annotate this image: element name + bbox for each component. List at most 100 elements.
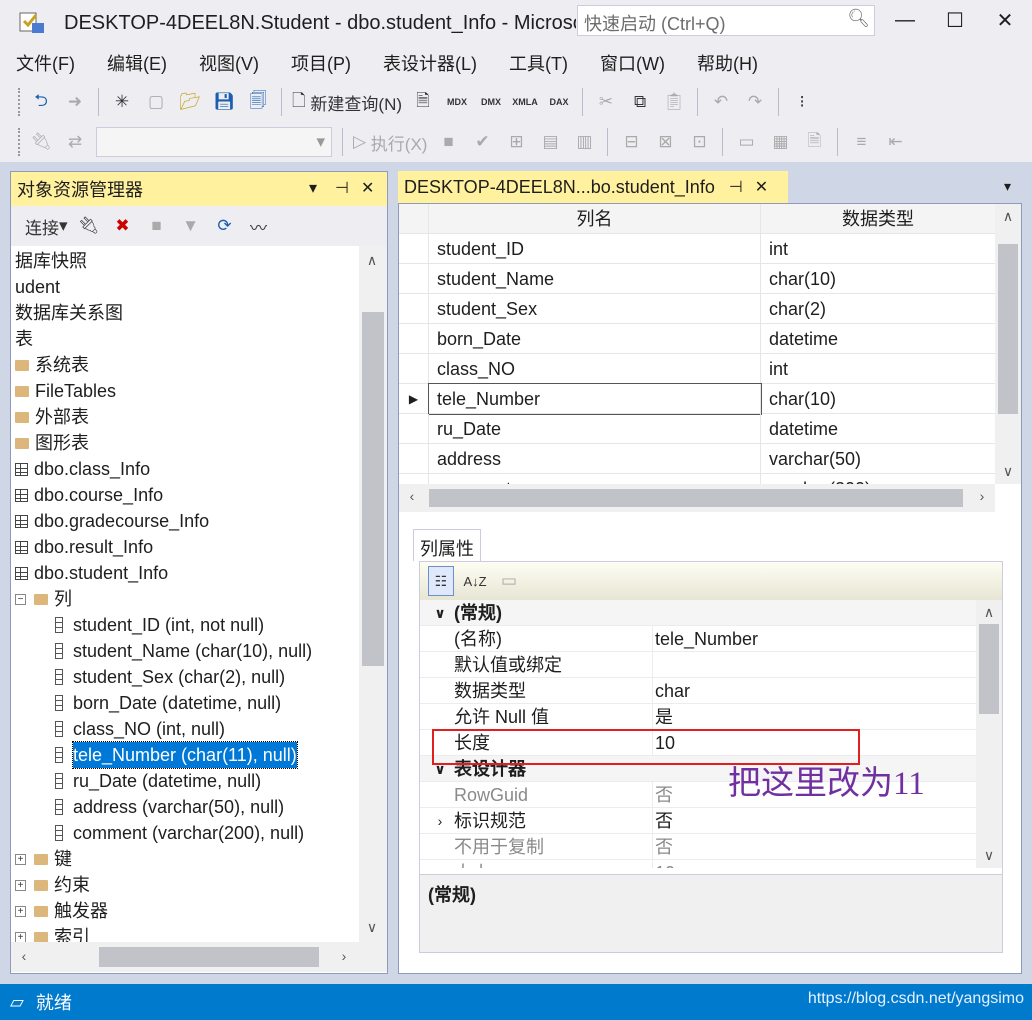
close-tab-icon[interactable]: ✕ [755, 177, 768, 197]
close-panel-icon[interactable]: ✕ [361, 178, 374, 198]
pin-icon[interactable]: ⊣ [335, 178, 349, 198]
data-type-cell[interactable]: char(2) [761, 294, 995, 324]
save-icon[interactable]: 💾︎ [211, 87, 237, 117]
scroll-left-icon[interactable]: ‹ [399, 488, 425, 504]
sort-alphabetical-icon[interactable]: A↓Z [462, 566, 488, 596]
property-row[interactable]: 不用于复制 否 [420, 834, 976, 860]
expand-icon[interactable]: + [15, 879, 26, 891]
add-item-icon[interactable]: ▢ [143, 87, 169, 117]
results-grid-icon[interactable]: ▤ [537, 127, 563, 157]
live-stats-icon[interactable]: ⊠ [652, 127, 678, 157]
disconnect-icon[interactable]: ✖ [110, 211, 136, 241]
column-properties-tab[interactable]: 列属性 [413, 529, 481, 561]
tree-node[interactable]: dbo.gradecourse_Info [15, 508, 209, 534]
column-name-cell[interactable]: student_Name [429, 264, 761, 294]
copy-icon[interactable]: ⧉ [627, 87, 653, 117]
grid-scroll-thumb[interactable] [998, 244, 1018, 414]
connect-plug-icon[interactable]: 🔌︎ [76, 211, 102, 241]
client-stats-icon[interactable]: ⊡ [686, 127, 712, 157]
row-selector[interactable] [399, 354, 429, 384]
paste-icon[interactable]: 📋︎ [661, 87, 687, 117]
tree-node[interactable]: class_NO (int, null) [55, 716, 225, 742]
tree-node[interactable]: student_ID (int, not null) [55, 612, 264, 638]
menu-table-designer[interactable]: 表设计器(L) [383, 50, 477, 76]
tree-node[interactable]: udent [15, 274, 60, 300]
new-query-button[interactable]: 🗋 新建查询(N) [292, 87, 402, 117]
comment-icon[interactable]: ≡ [848, 127, 874, 157]
property-value[interactable]: 否 [652, 808, 972, 834]
tree-node[interactable]: address (varchar(50), null) [55, 794, 284, 820]
tree-node[interactable]: FileTables [15, 378, 116, 404]
column-name-cell[interactable]: born_Date [429, 324, 761, 354]
menu-file[interactable]: 文件(F) [16, 50, 75, 76]
grid-hscroll-thumb[interactable] [429, 489, 963, 507]
grid-row[interactable]: address varchar(50) [399, 444, 995, 474]
grid-row[interactable]: student_Name char(10) [399, 264, 995, 294]
column-name-cell[interactable]: comment [429, 474, 761, 484]
tree-node[interactable]: born_Date (datetime, null) [55, 690, 281, 716]
toolbar-grip[interactable] [18, 128, 24, 156]
tree-node[interactable]: + 约束 [15, 872, 90, 898]
tree-hscroll-thumb[interactable] [99, 947, 319, 967]
scroll-down-icon[interactable]: ∨ [995, 463, 1021, 480]
grid-vertical-scrollbar[interactable]: ∧ ∨ [995, 204, 1021, 484]
grid-row[interactable]: student_ID int [399, 234, 995, 264]
data-type-cell[interactable]: int [761, 234, 995, 264]
tree-scroll-thumb[interactable] [362, 312, 384, 666]
menu-edit[interactable]: 编辑(E) [107, 50, 167, 76]
property-value[interactable]: tele_Number [652, 626, 972, 652]
property-row[interactable]: 大小10 [420, 860, 976, 868]
save-all-icon[interactable]: 🗐 [245, 87, 271, 117]
stop-icon[interactable]: ■ [435, 127, 461, 157]
data-type-cell[interactable]: int [761, 354, 995, 384]
scroll-right-icon[interactable]: › [331, 948, 357, 964]
results-text-icon[interactable]: ▥ [571, 127, 597, 157]
tree-node[interactable]: + 键 [15, 846, 72, 872]
toolbar-grip[interactable] [18, 88, 24, 116]
connect-button[interactable]: 连接 ▾ [25, 211, 68, 241]
current-row-arrow-icon[interactable]: ▶ [399, 384, 429, 414]
quick-launch-input[interactable]: 快速启动 (Ctrl+Q) 🔍︎ [577, 5, 875, 36]
property-row[interactable]: › 标识规范 否 [420, 808, 976, 834]
row-selector[interactable] [399, 264, 429, 294]
tree-node[interactable]: tele_Number (char(11), null) [55, 741, 298, 769]
tree-node[interactable]: student_Name (char(10), null) [55, 638, 312, 664]
tree-node[interactable]: + 索引 [15, 924, 90, 942]
forward-icon[interactable]: ➜ [62, 87, 88, 117]
column-name-cell[interactable]: student_Sex [429, 294, 761, 324]
scroll-down-icon[interactable]: ∨ [359, 919, 385, 936]
menu-view[interactable]: 视图(V) [199, 50, 259, 76]
property-row[interactable]: 默认值或绑定 [420, 652, 976, 678]
grid-row[interactable]: commentvarchar(200) [399, 474, 995, 484]
row-selector[interactable] [399, 294, 429, 324]
tree-node[interactable]: dbo.class_Info [15, 456, 150, 482]
document-tab[interactable]: DESKTOP-4DEEL8N...bo.student_Info ⊣ ✕ [398, 171, 788, 203]
scroll-up-icon[interactable]: ∧ [359, 252, 385, 269]
data-type-cell[interactable]: char(10) [761, 384, 995, 414]
xmla-query-icon[interactable]: XMLA [512, 87, 538, 117]
tree-node[interactable]: comment (varchar(200), null) [55, 820, 304, 846]
tree-node[interactable]: + 触发器 [15, 898, 108, 924]
outdent-icon[interactable]: ⇤ [882, 127, 908, 157]
dmx-query-icon[interactable]: DMX [478, 87, 504, 117]
scroll-down-icon[interactable]: ∨ [976, 847, 1002, 864]
tree-node[interactable]: 系统表 [15, 352, 89, 378]
tree-node[interactable]: 数据库关系图 [15, 300, 123, 326]
results-to-grid-icon[interactable]: ▦ [767, 127, 793, 157]
results-to-text-icon[interactable]: ▭ [733, 127, 759, 157]
grid-row[interactable]: born_Date datetime [399, 324, 995, 354]
tree-node[interactable]: student_Sex (char(2), null) [55, 664, 285, 690]
tree-node[interactable]: 图形表 [15, 430, 89, 456]
query-plan-icon[interactable]: ⊞ [503, 127, 529, 157]
stop-icon[interactable]: ■ [144, 211, 170, 241]
column-name-cell[interactable]: class_NO [429, 354, 761, 384]
property-row[interactable]: 数据类型 char [420, 678, 976, 704]
column-name-cell[interactable]: student_ID [429, 234, 761, 264]
scroll-up-icon[interactable]: ∧ [976, 604, 1002, 621]
change-connection-icon[interactable]: ⇄ [62, 127, 88, 157]
data-type-cell[interactable]: char(10) [761, 264, 995, 294]
tab-dropdown-icon[interactable]: ▾ [1004, 178, 1011, 195]
db-engine-query-icon[interactable]: 🗎 [410, 87, 436, 117]
data-type-cell[interactable]: datetime [761, 324, 995, 354]
menu-window[interactable]: 窗口(W) [600, 50, 665, 76]
